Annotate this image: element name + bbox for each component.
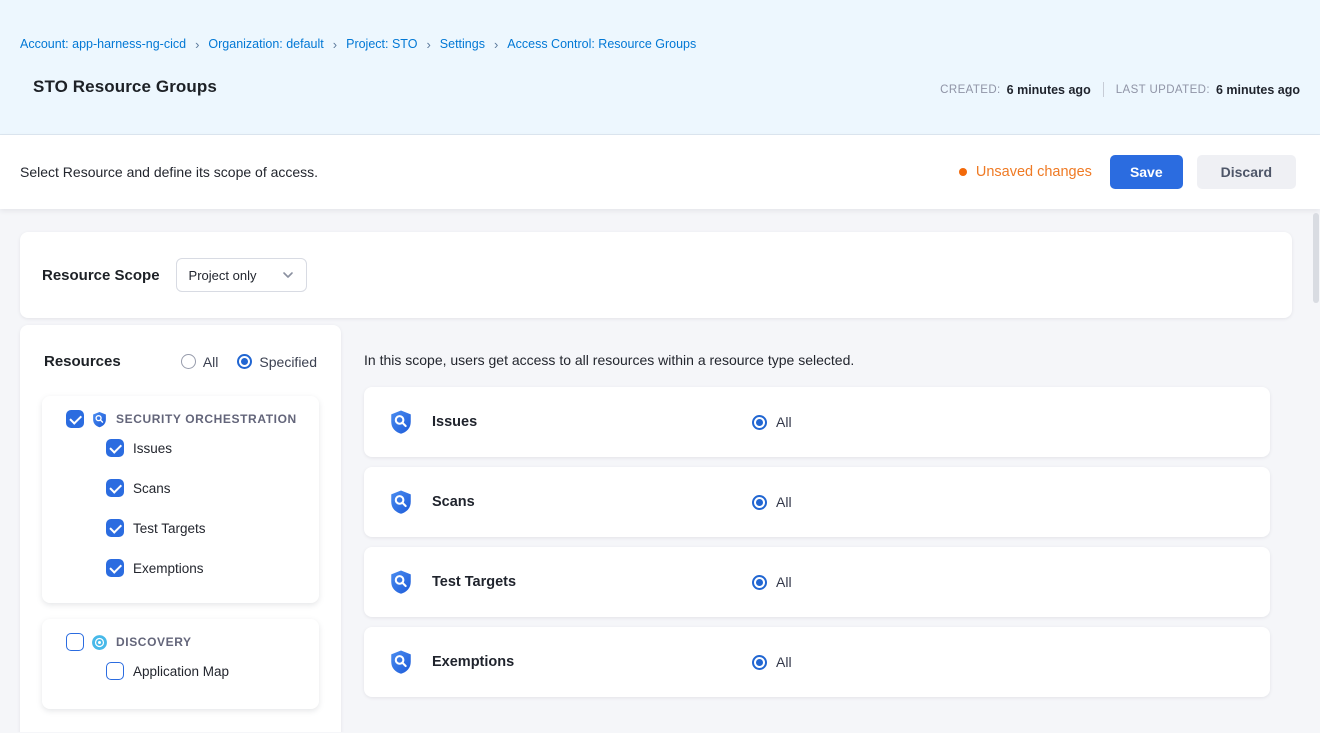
unsaved-changes-label: Unsaved changes (976, 164, 1092, 180)
vertical-scrollbar-thumb[interactable] (1313, 213, 1319, 303)
radio-checked-icon (752, 495, 767, 510)
radio-specified-label: Specified (259, 354, 317, 370)
resource-card-test-targets: Test Targets All (364, 547, 1270, 617)
tree-item-application-map: Application Map (42, 651, 319, 691)
tree-item-issues: Issues (42, 428, 319, 468)
discovery-radar-icon (91, 634, 108, 651)
page-title: STO Resource Groups (33, 77, 217, 97)
group-label: SECURITY ORCHESTRATION (116, 412, 297, 426)
discard-button[interactable]: Discard (1197, 155, 1296, 189)
created-label: CREATED: (940, 84, 1001, 96)
exemptions-checkbox[interactable] (106, 559, 124, 577)
chevron-down-icon (280, 267, 296, 283)
tree-item-exemptions: Exemptions (42, 548, 319, 588)
tree-item-label[interactable]: Scans (133, 481, 171, 496)
access-radio-all[interactable]: All (752, 414, 792, 430)
breadcrumb-organization[interactable]: Organization: default (208, 37, 323, 51)
access-radio-all[interactable]: All (752, 494, 792, 510)
last-updated-value: 6 minutes ago (1216, 83, 1300, 97)
radio-checked-icon (752, 575, 767, 590)
sto-shield-icon (388, 409, 414, 435)
last-updated-label: LAST UPDATED: (1116, 84, 1210, 96)
resource-card-name: Issues (432, 414, 752, 430)
resource-scope-label: Resource Scope (42, 267, 160, 284)
toolbar-description: Select Resource and define its scope of … (20, 164, 318, 180)
breadcrumb-access-control[interactable]: Access Control: Resource Groups (507, 37, 696, 51)
resource-card-issues: Issues All (364, 387, 1270, 457)
page-header: Account: app-harness-ng-cicd › Organizat… (0, 0, 1320, 135)
radio-checked-icon (752, 415, 767, 430)
tree-item-test-targets: Test Targets (42, 508, 319, 548)
breadcrumb-project[interactable]: Project: STO (346, 37, 417, 51)
sto-shield-icon (91, 411, 108, 428)
resources-panel: Resources All Specified S (20, 325, 341, 732)
sto-shield-icon (388, 569, 414, 595)
breadcrumb-separator-icon: › (426, 37, 430, 51)
sto-shield-icon (388, 489, 414, 515)
resource-card-name: Scans (432, 494, 752, 510)
discovery-checkbox[interactable] (66, 633, 84, 651)
action-toolbar: Select Resource and define its scope of … (0, 135, 1320, 209)
meta-divider (1103, 82, 1104, 97)
tree-item-scans: Scans (42, 468, 319, 508)
access-all-label: All (776, 494, 792, 510)
breadcrumb: Account: app-harness-ng-cicd › Organizat… (20, 0, 1300, 51)
group-label: DISCOVERY (116, 635, 192, 649)
breadcrumb-separator-icon: › (195, 37, 199, 51)
radio-checked-icon (752, 655, 767, 670)
scans-checkbox[interactable] (106, 479, 124, 497)
access-all-label: All (776, 414, 792, 430)
resource-scope-dropdown[interactable]: Project only (176, 258, 307, 292)
tree-item-label[interactable]: Application Map (133, 664, 229, 679)
resource-scope-selected-value: Project only (189, 268, 257, 283)
test-targets-checkbox[interactable] (106, 519, 124, 537)
sto-shield-icon (388, 649, 414, 675)
access-radio-all[interactable]: All (752, 654, 792, 670)
radio-all-label: All (203, 354, 219, 370)
access-radio-all[interactable]: All (752, 574, 792, 590)
tree-item-label[interactable]: Exemptions (133, 561, 204, 576)
tree-item-label[interactable]: Issues (133, 441, 172, 456)
created-updated-meta: CREATED: 6 minutes ago LAST UPDATED: 6 m… (940, 82, 1300, 97)
scope-description: In this scope, users get access to all r… (364, 352, 1270, 368)
resource-scope-card: Resource Scope Project only (20, 232, 1292, 318)
resource-card-name: Test Targets (432, 574, 752, 590)
scope-main-area: In this scope, users get access to all r… (352, 325, 1298, 732)
security-orchestration-checkbox[interactable] (66, 410, 84, 428)
resource-group-discovery: DISCOVERY Application Map (42, 619, 319, 709)
unsaved-changes-dot-icon (959, 168, 967, 176)
access-all-label: All (776, 574, 792, 590)
resource-group-security-orchestration: SECURITY ORCHESTRATION Issues Scans Test… (42, 396, 319, 603)
access-all-label: All (776, 654, 792, 670)
issues-checkbox[interactable] (106, 439, 124, 457)
content-area: Resource Scope Project only Resources Al… (0, 209, 1320, 732)
breadcrumb-separator-icon: › (333, 37, 337, 51)
breadcrumb-account[interactable]: Account: app-harness-ng-cicd (20, 37, 186, 51)
application-map-checkbox[interactable] (106, 662, 124, 680)
resource-card-scans: Scans All (364, 467, 1270, 537)
radio-unchecked-icon (181, 354, 196, 369)
breadcrumb-separator-icon: › (494, 37, 498, 51)
resource-card-name: Exemptions (432, 654, 752, 670)
resources-radio-specified[interactable]: Specified (237, 354, 317, 370)
resources-title: Resources (44, 353, 121, 370)
breadcrumb-settings[interactable]: Settings (440, 37, 485, 51)
tree-item-label[interactable]: Test Targets (133, 521, 206, 536)
resource-card-exemptions: Exemptions All (364, 627, 1270, 697)
save-button[interactable]: Save (1110, 155, 1183, 189)
radio-checked-icon (237, 354, 252, 369)
created-value: 6 minutes ago (1007, 83, 1091, 97)
resources-radio-all[interactable]: All (181, 354, 219, 370)
